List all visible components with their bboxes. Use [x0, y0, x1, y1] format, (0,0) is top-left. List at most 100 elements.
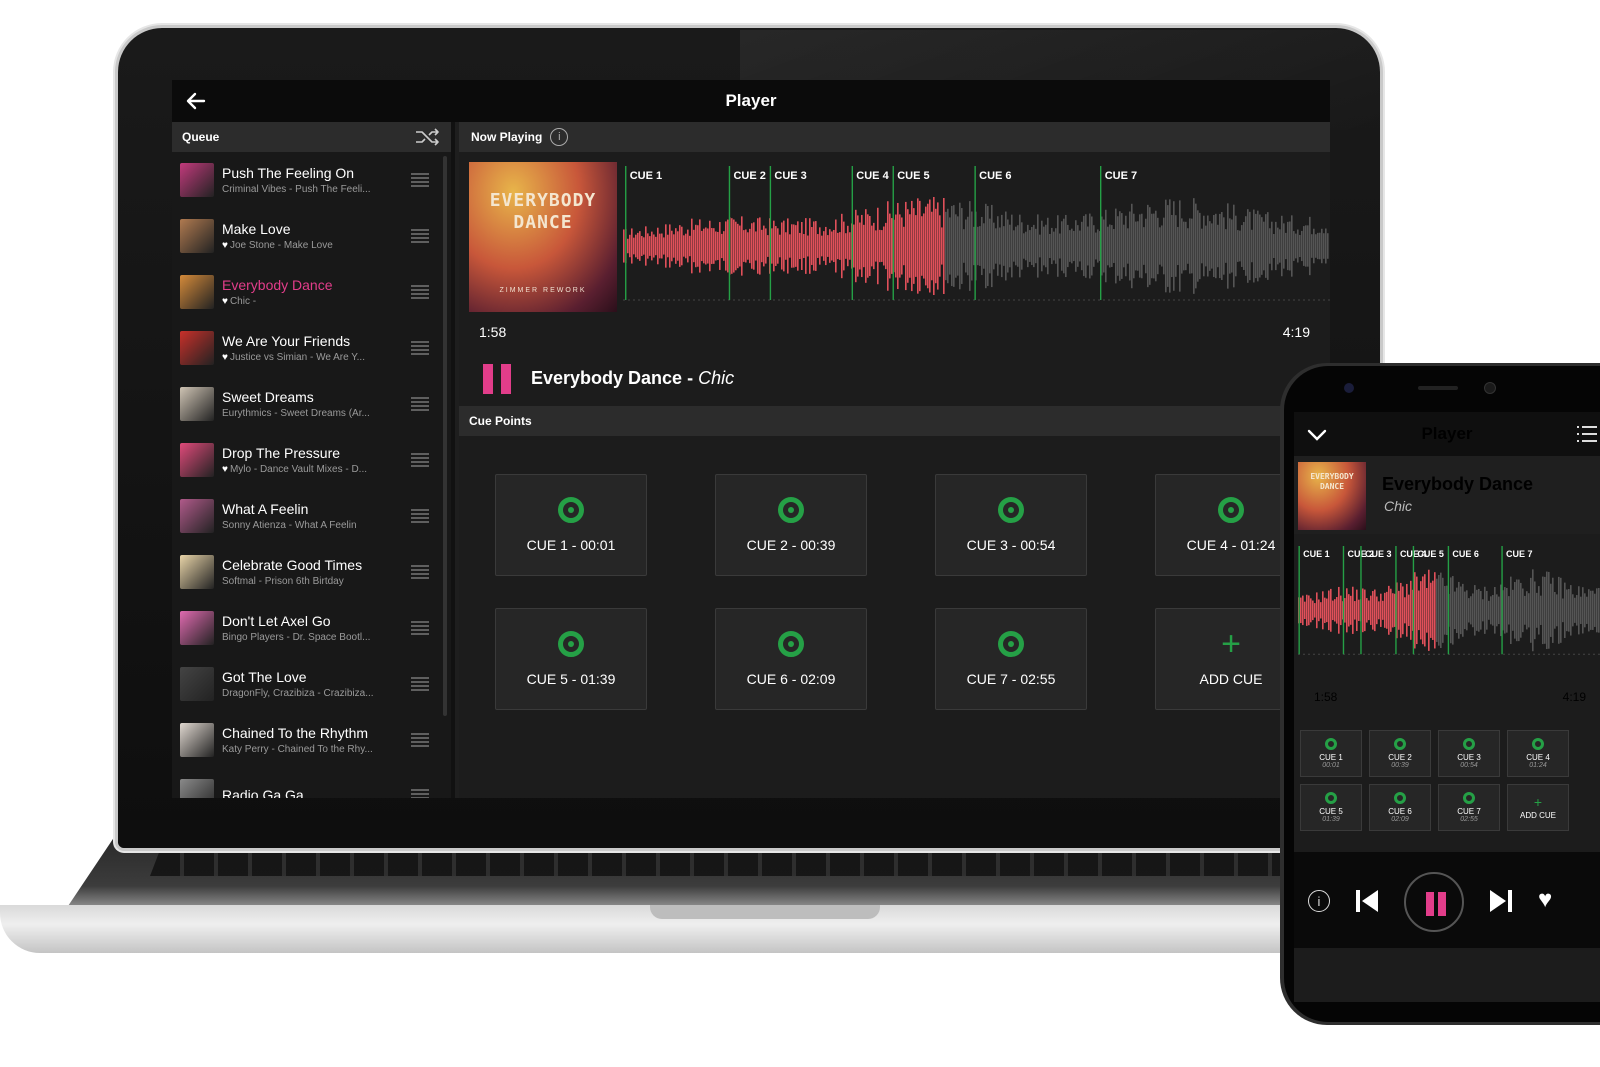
queue-item[interactable]: What A Feelin Sonny Atienza - What A Fee… [172, 488, 451, 544]
queue-item-text: What A Feelin Sonny Atienza - What A Fee… [222, 501, 411, 531]
queue-item[interactable]: Got The Love DragonFly, Crazibiza - Craz… [172, 656, 451, 712]
waveform-bar [1346, 588, 1348, 633]
queue-item-subtitle-text: Joe Stone - Make Love [229, 240, 333, 251]
waveform-bar [655, 236, 657, 256]
waveform-bar [807, 235, 809, 257]
queue-item[interactable]: Push The Feeling On Criminal Vibes - Pus… [172, 152, 451, 208]
drag-handle-icon[interactable] [411, 789, 429, 798]
next-track-icon[interactable] [1486, 886, 1516, 916]
drag-handle-icon[interactable] [411, 621, 429, 635]
waveform-bar [1123, 224, 1125, 268]
queue-scrollbar[interactable] [443, 156, 447, 716]
waveform-bar [1095, 232, 1097, 260]
queue-item-text: Drop The Pressure ♥ Mylo - Dance Vault Mi… [222, 445, 411, 475]
waveform-bar [1143, 227, 1145, 265]
cue-button[interactable]: CUE 6 - 02:09 [715, 608, 867, 710]
chevron-down-icon[interactable] [1306, 424, 1328, 446]
cue-button[interactable]: CUE 7 - 02:55 [935, 608, 1087, 710]
drag-handle-icon[interactable] [411, 509, 429, 523]
waveform-bar [1368, 600, 1370, 621]
waveform-bar [1133, 213, 1135, 279]
phone-info-icon[interactable]: i [1308, 890, 1330, 912]
waveform-bar [679, 225, 681, 267]
waveform-bar [1259, 214, 1261, 278]
drag-handle-icon[interactable] [411, 733, 429, 747]
drag-handle-icon[interactable] [411, 565, 429, 579]
info-icon[interactable]: i [550, 128, 569, 146]
waveform-bar [957, 216, 959, 276]
waveform-bar [1316, 592, 1318, 629]
phone-cue-button[interactable]: CUE 4 01:24 [1507, 730, 1569, 777]
drag-handle-icon[interactable] [411, 341, 429, 355]
shuffle-icon[interactable] [415, 128, 441, 146]
drag-handle-icon[interactable] [411, 677, 429, 691]
queue-item[interactable]: Drop The Pressure ♥ Mylo - Dance Vault Mi… [172, 432, 451, 488]
queue-item[interactable]: Celebrate Good Times Softmal - Prison 6t… [172, 544, 451, 600]
drag-handle-icon[interactable] [411, 453, 429, 467]
drag-handle-icon[interactable] [411, 173, 429, 187]
waveform-bar [837, 232, 839, 260]
back-arrow-icon[interactable] [184, 89, 208, 113]
total-duration: 4:19 [1282, 324, 1310, 340]
cue-marker-label: CUE 6 [1452, 549, 1479, 559]
waveform-bar [791, 224, 793, 268]
drag-handle-icon[interactable] [411, 229, 429, 243]
waveform-bar [1215, 213, 1217, 279]
waveform-bar [1582, 587, 1584, 634]
queue-item-thumbnail [180, 555, 214, 589]
waveform-bar [1119, 211, 1121, 281]
waveform-bar [1418, 590, 1420, 631]
waveform-bar [1181, 218, 1183, 274]
waveform-bar [1508, 596, 1510, 625]
phone-pause-button[interactable] [1404, 872, 1464, 932]
queue-item[interactable]: Sweet Dreams Eurythmics - Sweet Dreams (… [172, 376, 451, 432]
waveform-bar [1334, 599, 1336, 622]
waveform[interactable]: CUE 1 CUE 2 CUE 3 CUE 4 CUE 5 CUE 6 CUE 7 [619, 162, 1330, 312]
waveform-bar [981, 216, 983, 276]
phone-favorite-heart-icon[interactable]: ♥ [1538, 886, 1552, 914]
cue-marker-icon [1532, 738, 1544, 750]
queue-item-subtitle: Eurythmics - Sweet Dreams (Ar... [222, 408, 392, 419]
previous-track-icon[interactable] [1352, 886, 1382, 916]
waveform-bar [805, 218, 807, 274]
queue-item[interactable]: Don't Let Axel Go Bingo Players - Dr. Sp… [172, 600, 451, 656]
waveform-bar [983, 223, 985, 269]
waveform-bar [1460, 586, 1462, 635]
phone-waveform[interactable]: CUE 1 CUE 2CUE 3 CUE 4CUE 5 CUE 6 CUE 7 [1294, 542, 1600, 664]
phone-cue-button[interactable]: CUE 2 00:39 [1369, 730, 1431, 777]
phone-cue-button[interactable]: CUE 6 02:09 [1369, 784, 1431, 831]
cue-button[interactable]: CUE 2 - 00:39 [715, 474, 867, 576]
drag-handle-icon[interactable] [411, 285, 429, 299]
waveform-bar [1476, 589, 1478, 631]
waveform-bar [1089, 213, 1091, 279]
drag-handle-icon[interactable] [411, 397, 429, 411]
waveform-bar [803, 234, 805, 258]
cue-button[interactable]: CUE 3 - 00:54 [935, 474, 1087, 576]
waveform-bar [1312, 600, 1314, 621]
pause-button[interactable] [483, 364, 511, 394]
waveform-bar [1410, 580, 1412, 640]
queue-item-subtitle-text: Softmal - Prison 6th Birtday [222, 576, 344, 587]
list-icon[interactable] [1576, 424, 1598, 444]
waveform-bar [793, 224, 795, 268]
queue-item[interactable]: Radio Ga Ga [172, 768, 451, 798]
waveform-bar [1147, 204, 1149, 288]
queue-item[interactable]: Chained To the Rhythm Katy Perry - Chain… [172, 712, 451, 768]
phone-cue-button[interactable]: CUE 3 00:54 [1438, 730, 1500, 777]
waveform-bar [1271, 221, 1273, 271]
phone-cue-button[interactable]: CUE 5 01:39 [1300, 784, 1362, 831]
waveform-bar [1235, 215, 1237, 277]
phone-cue-button[interactable]: CUE 1 00:01 [1300, 730, 1362, 777]
phone-cue-button[interactable]: CUE 7 02:55 [1438, 784, 1500, 831]
cue-button[interactable]: CUE 1 - 00:01 [495, 474, 647, 576]
queue-item[interactable]: Make Love ♥ Joe Stone - Make Love [172, 208, 451, 264]
phone-add-cue-button[interactable]: + ADD CUE [1507, 784, 1569, 831]
queue-item[interactable]: We Are Your Friends ♥ Justice vs Simian -… [172, 320, 451, 376]
waveform-bar [1430, 582, 1432, 638]
waveform-bar [797, 221, 799, 271]
waveform-bar [1534, 581, 1536, 640]
waveform-bar [1237, 230, 1239, 262]
queue-item[interactable]: Everybody Dance ♥ Chic - [172, 264, 451, 320]
waveform-bar [979, 226, 981, 266]
cue-button[interactable]: CUE 5 - 01:39 [495, 608, 647, 710]
